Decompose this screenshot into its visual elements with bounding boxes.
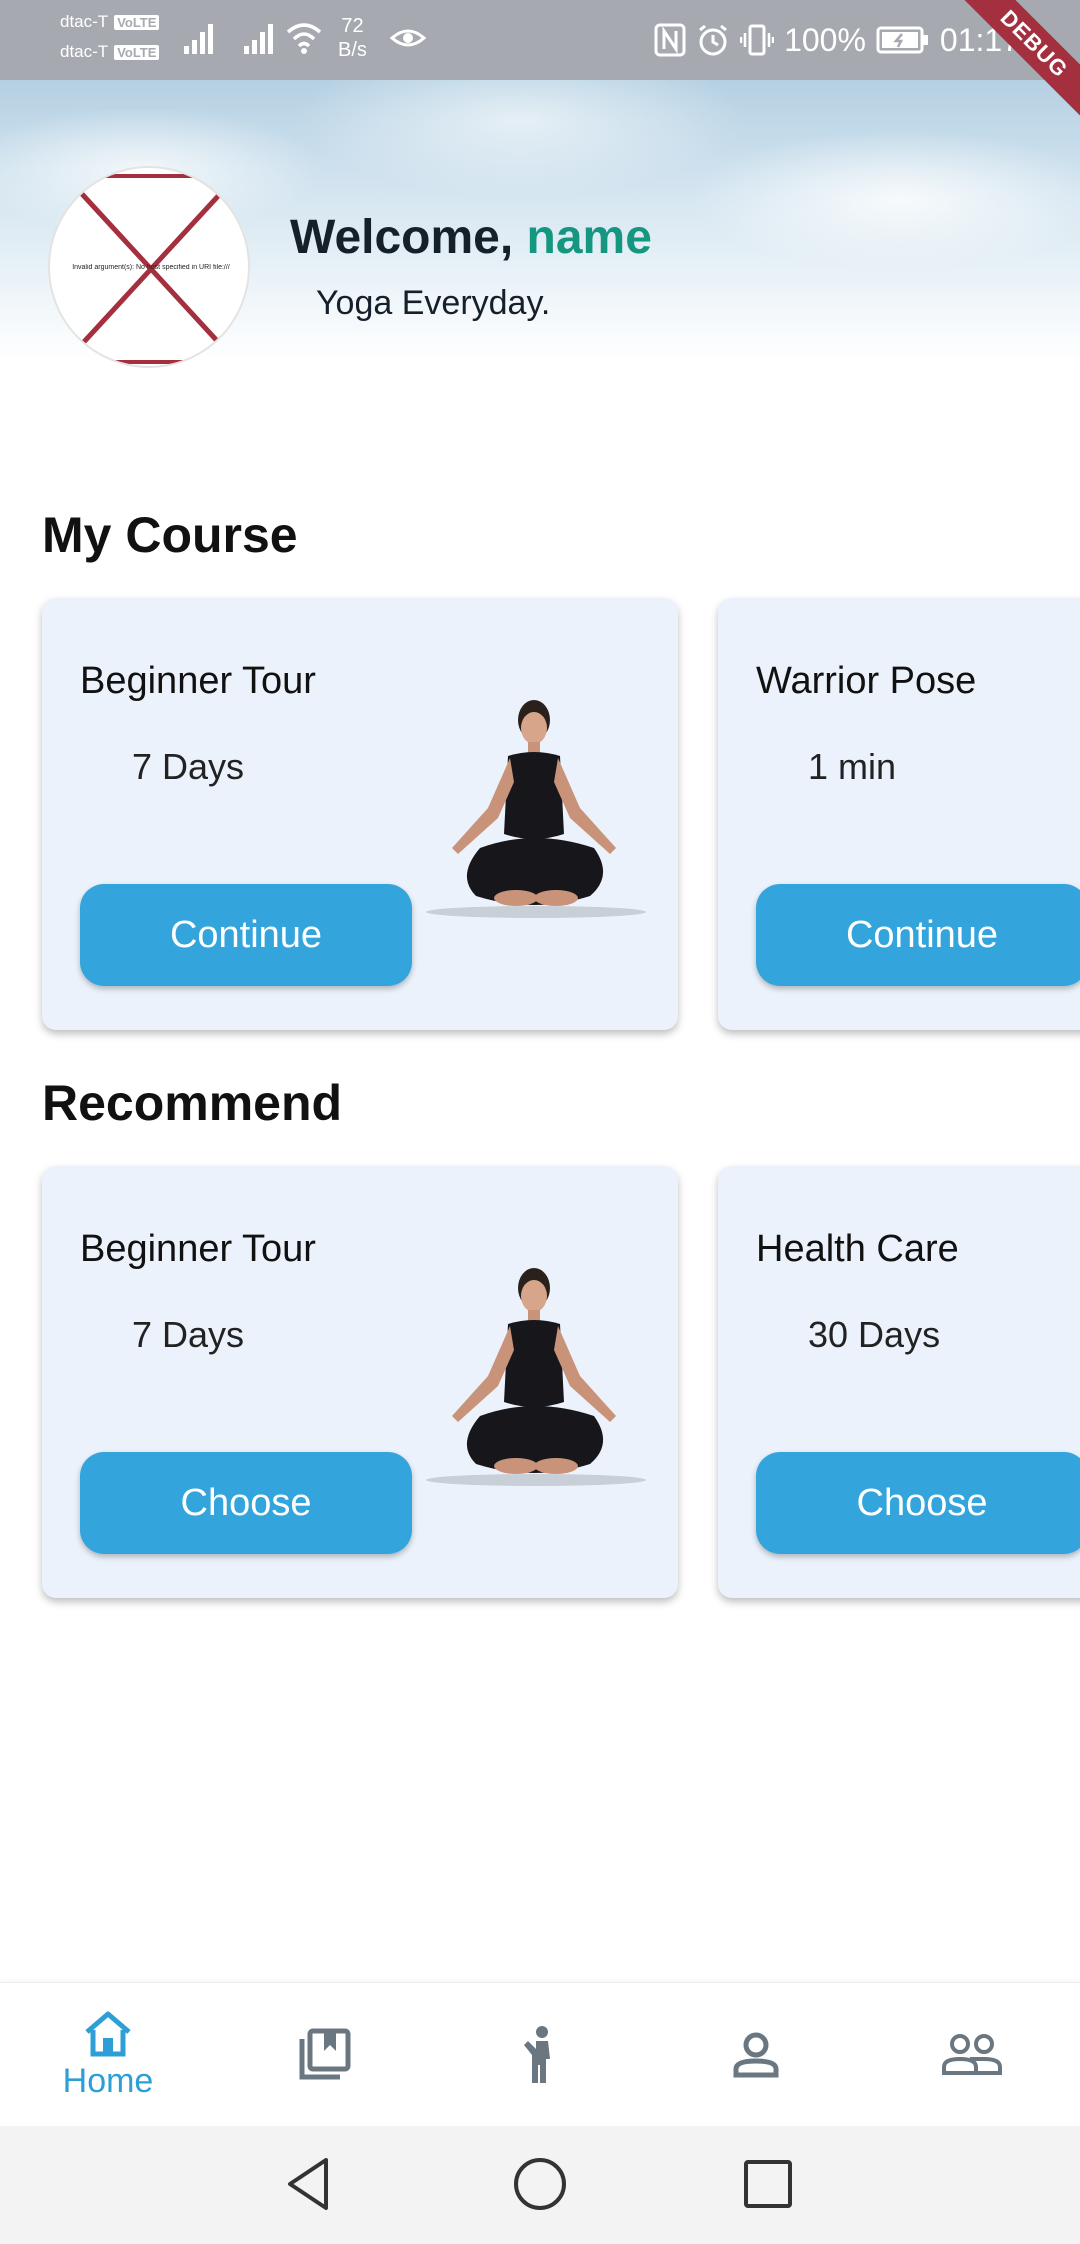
card-title: Warrior Pose (756, 660, 977, 702)
card-title: Beginner Tour (80, 1228, 316, 1270)
person-icon (733, 2032, 779, 2078)
choose-button[interactable]: Choose (80, 1452, 412, 1554)
net-speed: 72 B/s (338, 15, 367, 61)
section-title-my-course: My Course (42, 507, 298, 563)
back-icon[interactable] (280, 2154, 340, 2214)
section-title-recommend: Recommend (42, 1075, 343, 1131)
eye-icon (390, 29, 426, 47)
bottom-navigation: Home (0, 1982, 1080, 2126)
group-icon (942, 2034, 1002, 2075)
signal-icon (184, 24, 213, 54)
bookmark-book-icon (299, 2028, 351, 2080)
nav-item-home[interactable]: Home (0, 1983, 216, 2127)
continue-button[interactable]: Continue (80, 884, 412, 986)
course-card[interactable]: Warrior Pose 1 min Continue (718, 598, 1080, 1030)
battery-icon (876, 26, 928, 54)
welcome-heading: Welcome, name (290, 211, 652, 264)
carrier-2: dtac-T VoLTE (60, 42, 160, 62)
person-exercise-icon (524, 2026, 550, 2083)
app-screen: dtac-T VoLTE dtac-T VoLTE 72 B/s 100% 01… (0, 0, 1080, 2244)
card-title: Beginner Tour (80, 660, 316, 702)
yoga-meditation-illustration (426, 1268, 646, 1486)
nav-label-home: Home (62, 2061, 154, 2100)
card-title: Health Care (756, 1228, 959, 1270)
volte-badge: VoLTE (114, 15, 160, 30)
user-name: name (526, 211, 652, 264)
battery-percent: 100% (784, 21, 866, 58)
yoga-meditation-illustration (426, 700, 646, 918)
carrier-1: dtac-T VoLTE (60, 12, 160, 32)
recommend-card[interactable]: Beginner Tour 7 Days Choose (42, 1166, 678, 1598)
card-duration: 30 Days (808, 1314, 941, 1355)
signal-icon (244, 24, 273, 54)
nav-item-courses[interactable] (216, 1983, 432, 2127)
alarm-icon (699, 24, 728, 56)
header-subtitle: Yoga Everyday. (316, 284, 551, 322)
status-right: 100% 01:17 (654, 20, 1020, 60)
continue-button[interactable]: Continue (756, 884, 1080, 986)
status-bar: dtac-T VoLTE dtac-T VoLTE 72 B/s 100% 01… (0, 0, 1080, 80)
nav-item-exercise[interactable] (432, 1983, 648, 2127)
course-card[interactable]: Beginner Tour 7 Days Continue (42, 598, 678, 1030)
nav-item-profile[interactable] (648, 1983, 864, 2127)
recommend-card[interactable]: Health Care 30 Days Choose (718, 1166, 1080, 1598)
system-navigation-bar (0, 2126, 1080, 2244)
choose-button[interactable]: Choose (756, 1452, 1080, 1554)
avatar[interactable]: Invalid argument(s): No host specified i… (48, 166, 250, 368)
avatar-error-text: Invalid argument(s): No host specified i… (72, 264, 230, 271)
volte-badge: VoLTE (114, 45, 160, 60)
home-icon (85, 2011, 131, 2056)
home-circle-icon[interactable] (510, 2154, 570, 2214)
card-duration: 7 Days (132, 1314, 245, 1355)
nfc-icon (654, 23, 686, 57)
wifi-icon (286, 23, 322, 54)
card-duration: 7 Days (132, 746, 245, 787)
vibrate-icon (740, 24, 775, 56)
nav-item-community[interactable] (864, 1983, 1080, 2127)
card-duration: 1 min (808, 746, 897, 787)
recents-icon[interactable] (738, 2154, 798, 2214)
